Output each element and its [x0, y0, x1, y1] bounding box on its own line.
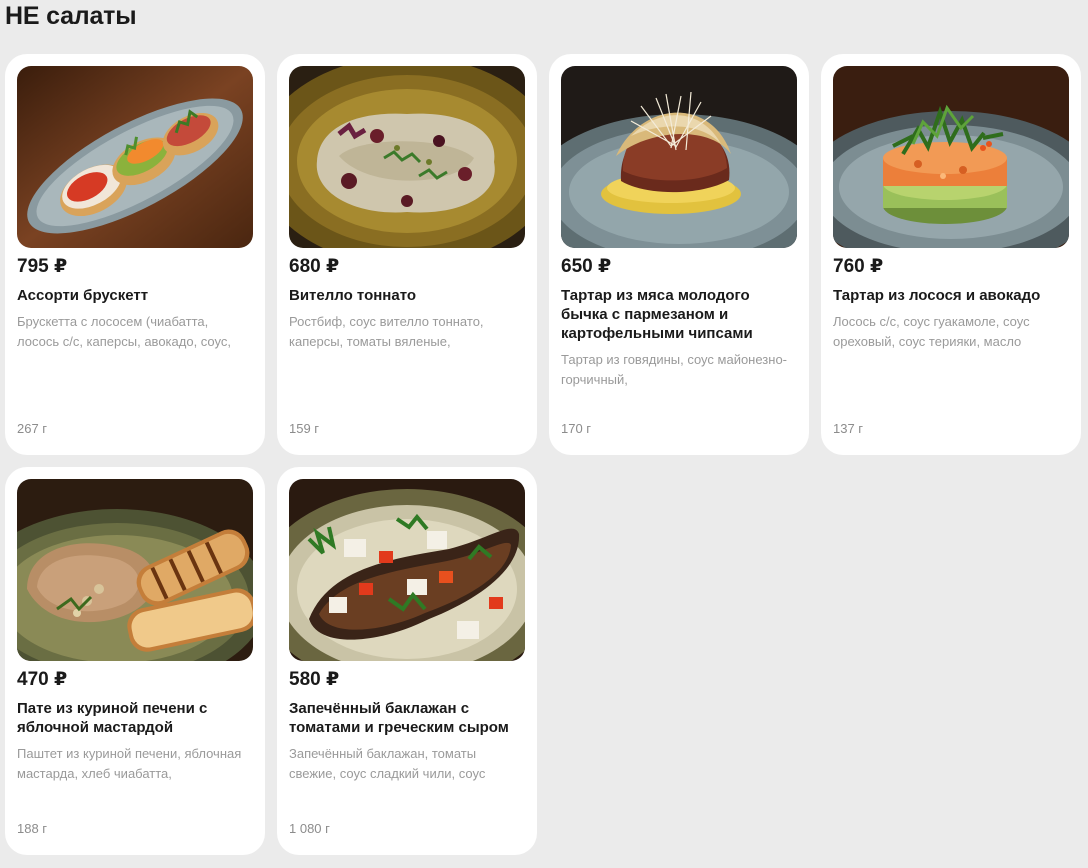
item-price: 470 ₽	[17, 669, 68, 690]
item-name: Тартар из мяса молодого бычка с пармезан…	[561, 287, 753, 342]
salmon-tartare-photo[interactable]	[833, 66, 1069, 248]
menu-card[interactable]: 795 ₽ Ассорти брускетт Брускетта с лосос…	[5, 54, 265, 455]
liver-pate-photo[interactable]	[17, 479, 253, 661]
item-name: Вителло тоннато	[289, 287, 417, 304]
item-description: Лосось с/с, соус гуакамоле, соус ореховы…	[833, 314, 1030, 349]
item-description: Паштет из куриной печени, яблочная маста…	[17, 746, 242, 781]
item-description: Запечённый баклажан, томаты свежие, соус…	[289, 746, 486, 781]
item-price: 795 ₽	[17, 256, 68, 277]
item-description: Брускетта с лососем (чиабатта, лосось с/…	[17, 314, 231, 349]
item-weight: 159 г	[289, 421, 320, 436]
item-price: 650 ₽	[561, 256, 612, 277]
item-weight: 137 г	[833, 421, 864, 436]
item-price: 580 ₽	[289, 669, 340, 690]
menu-card[interactable]: 680 ₽ Вителло тоннато Ростбиф, соус вите…	[277, 54, 537, 455]
section-title: НЕ салаты	[5, 2, 137, 30]
item-price: 680 ₽	[289, 256, 340, 277]
vitello-tonnato-photo[interactable]	[289, 66, 525, 248]
item-weight: 267 г	[17, 421, 48, 436]
menu-grid: 795 ₽ Ассорти брускетт Брускетта с лосос…	[5, 54, 1081, 868]
menu-card[interactable]: 470 ₽ Пате из куриной печени с яблочной …	[5, 467, 265, 855]
item-price: 760 ₽	[833, 256, 884, 277]
item-description: Ростбиф, соус вителло тоннато, каперсы, …	[289, 314, 484, 349]
baked-eggplant-photo[interactable]	[289, 479, 525, 661]
item-name: Тартар из лосося и авокадо	[833, 287, 1041, 304]
menu-card[interactable]: 580 ₽ Запечённый баклажан с томатами и г…	[277, 467, 537, 855]
item-weight: 188 г	[17, 821, 48, 836]
bruschetta-photo[interactable]	[17, 66, 253, 248]
menu-card[interactable]: 760 ₽ Тартар из лосося и авокадо Лосось …	[821, 54, 1081, 455]
menu-card[interactable]: 650 ₽ Тартар из мяса молодого бычка с па…	[549, 54, 809, 455]
item-weight: 1 080 г	[289, 821, 330, 836]
item-name: Ассорти брускетт	[17, 287, 149, 304]
item-name: Запечённый баклажан с томатами и греческ…	[289, 700, 509, 736]
item-name: Пате из куриной печени с яблочной мастар…	[17, 700, 208, 736]
item-weight: 170 г	[561, 421, 592, 436]
beef-tartare-photo[interactable]	[561, 66, 797, 248]
item-description: Тартар из говядины, соус майонезно-горчи…	[561, 352, 788, 387]
